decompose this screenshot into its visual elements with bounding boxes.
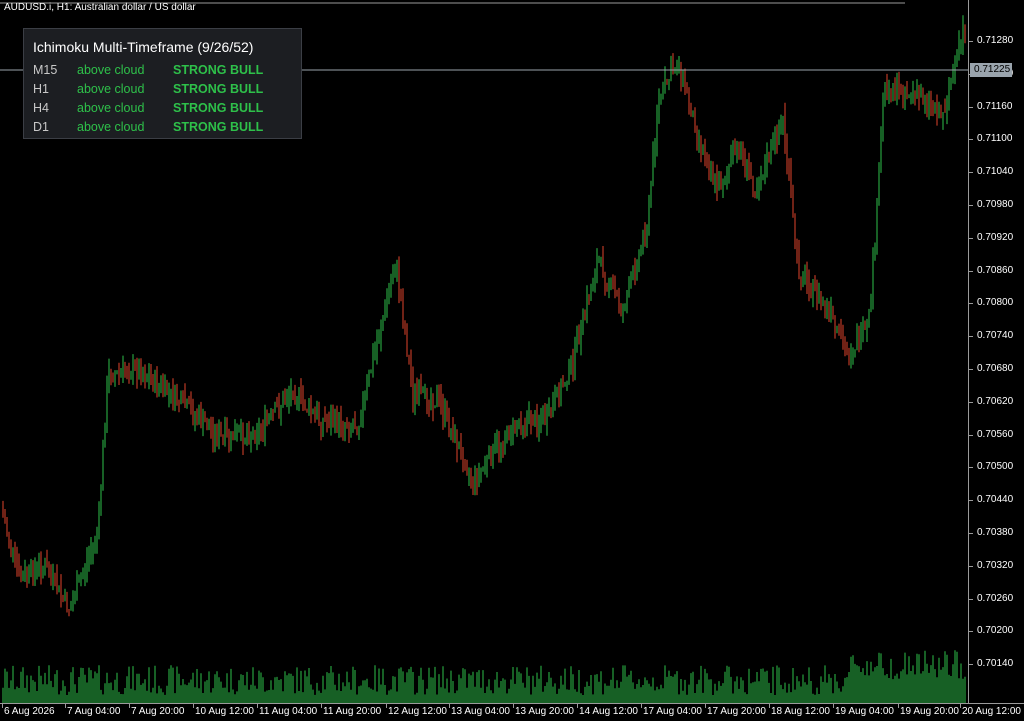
time-tick	[769, 704, 770, 708]
price-tick	[969, 631, 973, 633]
price-label: 0.70260	[977, 592, 1014, 604]
time-axis[interactable]: 6 Aug 2026 7 Aug 04:00 7 Aug 20:00 10 Aug 1…	[0, 703, 1024, 721]
current-bid-tag: 0.71225	[970, 63, 1012, 77]
price-label: 0.71100	[977, 133, 1013, 145]
time-label: 7 Aug 20:00	[131, 706, 185, 717]
time-tick	[641, 704, 642, 708]
tf-row-h4: H4 above cloud STRONG BULL	[33, 101, 293, 119]
time-label: 11 Aug 20:00	[323, 706, 382, 717]
time-label: 20 Aug 12:00	[962, 706, 1021, 717]
price-tick	[969, 270, 973, 272]
price-tick	[969, 237, 973, 239]
time-label: 13 Aug 04:00	[451, 706, 510, 717]
price-label: 0.70740	[977, 330, 1014, 342]
price-label: 0.70320	[977, 559, 1014, 571]
time-label: 7 Aug 04:00	[67, 706, 121, 717]
time-label: 17 Aug 04:00	[643, 706, 702, 717]
price-tick	[969, 336, 973, 338]
price-label: 0.70620	[977, 395, 1014, 407]
time-tick	[898, 704, 899, 708]
price-tick	[969, 369, 973, 370]
price-tick	[969, 434, 973, 436]
time-tick	[705, 704, 706, 708]
signal-label: STRONG BULL	[173, 63, 264, 77]
price-label: 0.70380	[977, 527, 1014, 538]
time-label: 6 Aug 2026	[4, 706, 55, 717]
time-label: 10 Aug 12:00	[195, 706, 254, 717]
signal-label: STRONG BULL	[173, 101, 264, 115]
signal-label: STRONG BULL	[173, 120, 264, 134]
price-tick	[969, 565, 973, 567]
price-axis[interactable]: 0.712800.712200.711600.711000.710400.709…	[968, 0, 1024, 703]
tf-label: D1	[33, 120, 49, 134]
tf-label: M15	[33, 63, 58, 77]
cloud-position: above cloud	[77, 101, 145, 115]
time-tick	[321, 704, 322, 708]
price-label: 0.70860	[977, 264, 1014, 276]
price-tick	[969, 172, 973, 174]
time-tick	[513, 704, 514, 708]
price-tick	[969, 598, 973, 600]
price-label: 0.71280	[977, 35, 1014, 46]
price-tick	[969, 467, 973, 469]
price-label: 0.70920	[977, 231, 1014, 243]
price-label: 0.70680	[977, 363, 1014, 374]
time-tick	[2, 704, 3, 708]
price-tick	[969, 41, 973, 42]
ichimoku-panel: Ichimoku Multi-Timeframe (9/26/52) M15 a…	[23, 28, 302, 139]
cloud-position: above cloud	[77, 120, 145, 134]
tf-row-m15: M15 above cloud STRONG BULL	[33, 63, 293, 81]
price-tick	[969, 139, 973, 141]
price-label: 0.70140	[977, 658, 1014, 670]
tf-row-d1: D1 above cloud STRONG BULL	[33, 120, 293, 138]
cloud-position: above cloud	[77, 82, 145, 96]
symbol-label: AUDUSD.i, H1: Australian dollar / US dol…	[4, 2, 196, 13]
time-label: 17 Aug 20:00	[707, 706, 766, 717]
time-tick	[386, 704, 387, 708]
time-label: 12 Aug 12:00	[388, 706, 447, 717]
chart-area[interactable]: AUDUSD.i, H1: Australian dollar / US dol…	[0, 0, 968, 703]
price-label: 0.70980	[977, 199, 1014, 210]
tf-label: H1	[33, 82, 49, 96]
time-tick	[960, 704, 961, 708]
time-tick	[129, 704, 130, 708]
time-label: 11 Aug 04:00	[259, 706, 318, 717]
signal-label: STRONG BULL	[173, 82, 264, 96]
price-label: 0.70440	[977, 494, 1014, 506]
time-tick	[449, 704, 450, 708]
cloud-position: above cloud	[77, 63, 145, 77]
time-label: 18 Aug 12:00	[771, 706, 830, 717]
time-label: 14 Aug 12:00	[579, 706, 638, 717]
time-label: 13 Aug 20:00	[515, 706, 574, 717]
price-label: 0.70200	[977, 625, 1014, 637]
price-label: 0.71160	[977, 100, 1013, 112]
price-label: 0.71040	[977, 166, 1014, 178]
time-tick	[257, 704, 258, 708]
price-label: 0.70800	[977, 297, 1014, 309]
price-tick	[969, 401, 973, 403]
price-tick	[969, 106, 973, 108]
time-tick	[833, 704, 834, 708]
price-tick	[969, 664, 973, 666]
price-label: 0.70500	[977, 461, 1014, 473]
price-label: 0.70560	[977, 428, 1014, 440]
time-tick	[577, 704, 578, 708]
tf-row-h1: H1 above cloud STRONG BULL	[33, 82, 293, 100]
time-tick	[65, 704, 66, 708]
price-tick	[969, 303, 973, 305]
time-label: 19 Aug 20:00	[900, 706, 959, 717]
time-label: 19 Aug 04:00	[835, 706, 894, 717]
price-tick	[969, 533, 973, 534]
time-tick	[193, 704, 194, 708]
price-tick	[969, 205, 973, 206]
panel-title: Ichimoku Multi-Timeframe (9/26/52)	[33, 39, 254, 55]
price-tick	[969, 500, 973, 502]
tf-label: H4	[33, 101, 49, 115]
